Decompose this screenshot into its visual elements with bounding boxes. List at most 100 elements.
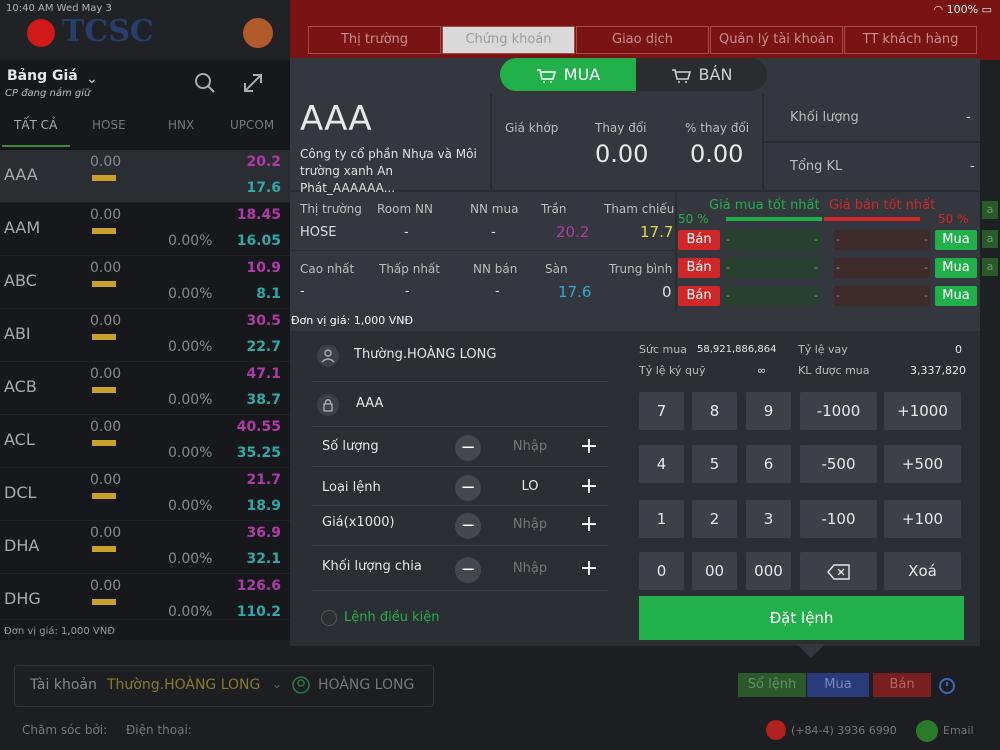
tab-giao-dich[interactable]: Giao dịch bbox=[576, 26, 709, 54]
tab-chung-khoan[interactable]: Chứng khoán bbox=[442, 26, 575, 54]
alarm-icon[interactable] bbox=[937, 675, 957, 695]
watchlist-row[interactable]: DHA 0.00 0.00% 36.9 32.1 bbox=[0, 521, 290, 574]
keypad-key[interactable]: 00 bbox=[692, 552, 737, 590]
buy-tab-button[interactable]: Mua bbox=[807, 673, 869, 697]
order-type-prev-button[interactable]: − bbox=[455, 475, 481, 501]
backspace-key[interactable] bbox=[800, 552, 877, 590]
place-order-button[interactable]: Đặt lệnh bbox=[639, 596, 964, 640]
keypad-key[interactable]: Xoá bbox=[884, 552, 961, 590]
row-ceiling: 36.9 bbox=[246, 525, 281, 541]
keypad-key[interactable]: 1 bbox=[639, 500, 684, 538]
email-link[interactable]: Email bbox=[943, 724, 974, 737]
buy-at-ask-button[interactable]: Mua bbox=[935, 230, 977, 250]
keypad-key[interactable]: -1000 bbox=[800, 392, 877, 430]
keypad-key[interactable]: -100 bbox=[800, 500, 877, 538]
sell-at-bid-button[interactable]: Bán bbox=[678, 258, 720, 278]
watchlist-row[interactable]: ACB 0.00 0.00% 47.1 38.7 bbox=[0, 362, 290, 415]
buy-toggle[interactable]: MUA bbox=[500, 58, 636, 91]
watchlist-row[interactable]: AAM 0.00 0.00% 18.45 16.05 bbox=[0, 203, 290, 256]
avatar[interactable] bbox=[243, 18, 273, 48]
search-icon[interactable] bbox=[194, 72, 216, 94]
buy-at-ask-button[interactable]: Mua bbox=[935, 286, 977, 306]
conditional-order-label[interactable]: Lệnh điều kiện bbox=[344, 610, 439, 625]
status-time: 10:40 AM bbox=[6, 3, 54, 14]
ceiling-value: 20.2 bbox=[556, 223, 590, 241]
price-plus-button[interactable]: + bbox=[576, 513, 602, 539]
keypad-key[interactable]: 7 bbox=[639, 392, 684, 430]
watchlist-row[interactable]: AAA 0.00 20.2 17.6 bbox=[0, 150, 290, 203]
split-volume-label: Khối lượng chia bbox=[322, 559, 422, 574]
keypad-key[interactable]: 3 bbox=[746, 500, 791, 538]
reference-label: Tham chiếu bbox=[604, 202, 675, 216]
chevron-down-icon[interactable]: ⌄ bbox=[86, 71, 98, 87]
high-label: Cao nhất bbox=[300, 262, 355, 276]
keypad-key[interactable]: 0 bbox=[639, 552, 684, 590]
divider bbox=[312, 381, 608, 382]
tab-hose[interactable]: HOSE bbox=[92, 118, 126, 132]
keypad-key[interactable]: 2 bbox=[692, 500, 737, 538]
keypad-key[interactable]: 8 bbox=[692, 392, 737, 430]
order-type-next-button[interactable]: + bbox=[576, 475, 602, 501]
watchlist-row[interactable]: ACL 0.00 0.00% 40.55 35.25 bbox=[0, 415, 290, 468]
order-type-value[interactable]: LO bbox=[500, 479, 560, 494]
tab-quan-ly-tai-khoan[interactable]: Quản lý tài khoản bbox=[710, 26, 843, 54]
sell-tab-button[interactable]: Bán bbox=[873, 673, 931, 697]
keypad-key[interactable]: +1000 bbox=[884, 392, 961, 430]
keypad-key[interactable]: +100 bbox=[884, 500, 961, 538]
row-symbol: ABC bbox=[4, 271, 37, 290]
watchlist-row[interactable]: ABC 0.00 0.00% 10.9 8.1 bbox=[0, 256, 290, 309]
ask-price: - bbox=[836, 233, 840, 246]
sell-at-bid-button[interactable]: Bán bbox=[678, 286, 720, 306]
volume-value: - bbox=[966, 110, 971, 125]
account-value[interactable]: Thường.HOÀNG LONG bbox=[107, 677, 260, 693]
price-input[interactable] bbox=[500, 517, 560, 532]
margin-ratio-value: ∞ bbox=[757, 364, 767, 377]
ask-percent: 50 % bbox=[938, 212, 969, 226]
tab-hnx[interactable]: HNX bbox=[168, 118, 194, 132]
row-change-pct: 0.00% bbox=[168, 445, 213, 461]
sell-at-bid-button[interactable]: Bán bbox=[678, 230, 720, 250]
keypad-key[interactable]: +500 bbox=[884, 445, 961, 483]
keypad-key[interactable]: 9 bbox=[746, 392, 791, 430]
tab-tt-khach-hang[interactable]: TT khách hàng bbox=[844, 26, 977, 54]
tab-tat-ca[interactable]: TẤT CẢ bbox=[14, 118, 57, 132]
divider bbox=[290, 250, 675, 251]
expand-icon[interactable] bbox=[242, 72, 264, 94]
sell-toggle[interactable]: BÁN bbox=[636, 58, 767, 91]
split-volume-plus-button[interactable]: + bbox=[576, 557, 602, 583]
phone-icon[interactable] bbox=[766, 720, 786, 740]
order-account[interactable]: Thường.HOÀNG LONG bbox=[354, 347, 496, 362]
tab-upcom[interactable]: UPCOM bbox=[230, 118, 274, 132]
watchlist-row[interactable]: DHG 0.00 0.00% 126.6 110.2 bbox=[0, 574, 290, 620]
active-tab-indicator bbox=[2, 145, 70, 147]
keypad-key[interactable]: 6 bbox=[746, 445, 791, 483]
buy-at-ask-button[interactable]: Mua bbox=[935, 258, 977, 278]
ask-level: -- bbox=[834, 286, 930, 306]
keypad-key[interactable]: -500 bbox=[800, 445, 877, 483]
tab-thi-truong[interactable]: Thị trường bbox=[308, 26, 441, 54]
split-volume-input[interactable] bbox=[500, 561, 560, 576]
order-stock[interactable]: AAA bbox=[356, 396, 383, 411]
split-volume-minus-button[interactable]: − bbox=[455, 557, 481, 583]
row-price: 0.00 bbox=[90, 419, 122, 435]
row-floor: 8.1 bbox=[256, 286, 281, 302]
quantity-plus-button[interactable]: + bbox=[576, 435, 602, 461]
bid-ratio-bar bbox=[726, 217, 822, 221]
hotline-number[interactable]: (+84-4) 3936 6990 bbox=[791, 724, 897, 737]
quantity-input[interactable] bbox=[500, 439, 560, 454]
ask-volume: - bbox=[924, 261, 928, 274]
conditional-order-checkbox[interactable] bbox=[321, 610, 337, 626]
price-minus-button[interactable]: − bbox=[455, 513, 481, 539]
watchlist-row[interactable]: ABI 0.00 0.00% 30.5 22.7 bbox=[0, 309, 290, 362]
watchlist-title[interactable]: Bảng Giá bbox=[7, 68, 78, 84]
quantity-label: Số lượng bbox=[322, 439, 379, 454]
watchlist-row[interactable]: DCL 0.00 0.00% 21.7 18.9 bbox=[0, 468, 290, 521]
chevron-down-icon[interactable]: ⌄ bbox=[272, 677, 282, 691]
keypad-key[interactable]: 000 bbox=[746, 552, 791, 590]
quantity-minus-button[interactable]: − bbox=[455, 435, 481, 461]
order-book-button[interactable]: Sổ lệnh bbox=[738, 673, 806, 697]
keypad-key[interactable]: 5 bbox=[692, 445, 737, 483]
row-floor: 22.7 bbox=[246, 339, 281, 355]
email-icon[interactable] bbox=[916, 720, 938, 742]
keypad-key[interactable]: 4 bbox=[639, 445, 684, 483]
